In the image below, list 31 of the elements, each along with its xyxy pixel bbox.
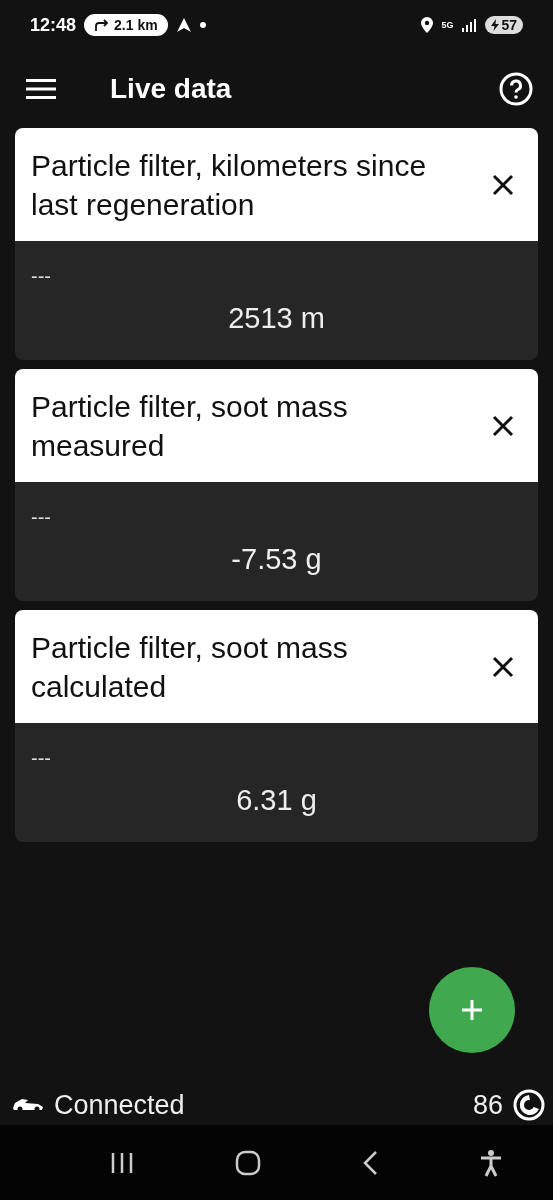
card-value: 2513 m	[228, 302, 325, 335]
count: 86	[472, 1089, 503, 1121]
card-title: Particle filter, soot mass calculated	[31, 629, 349, 705]
card-label: ---	[31, 747, 52, 770]
card-label: ---	[31, 506, 52, 529]
lightning-icon	[491, 19, 500, 31]
clock: 12:48	[30, 14, 77, 36]
battery-indicator: 57	[485, 16, 523, 34]
card-title: Particle filter, soot mass measured	[31, 388, 349, 464]
plus-icon	[460, 998, 484, 1022]
home-icon[interactable]	[235, 1149, 262, 1176]
turn-right-icon	[94, 18, 111, 32]
help-icon[interactable]	[499, 72, 533, 106]
back-icon[interactable]	[361, 1149, 378, 1176]
recent-apps-icon[interactable]	[110, 1151, 135, 1174]
accessibility-icon[interactable]	[478, 1148, 503, 1177]
navigation-chip: 2.1 km	[84, 14, 168, 36]
page-title: Live data	[110, 73, 232, 105]
car-icon	[12, 1097, 44, 1113]
menu-button[interactable]	[26, 79, 56, 99]
progress-circle-icon	[513, 1089, 545, 1121]
dot-icon	[199, 22, 206, 28]
card-value: 6.31 g	[236, 784, 317, 817]
signal-icon	[461, 18, 478, 32]
card-title: Particle filter, kilometers since last regeneration	[31, 147, 428, 223]
card-value: -7.53 g	[231, 543, 322, 576]
card-label: ---	[31, 265, 52, 288]
connection-status: Connected	[54, 1089, 185, 1121]
network-type: 5G	[441, 20, 454, 30]
location-icon	[421, 17, 434, 33]
navigation-arrow-icon	[175, 17, 192, 33]
